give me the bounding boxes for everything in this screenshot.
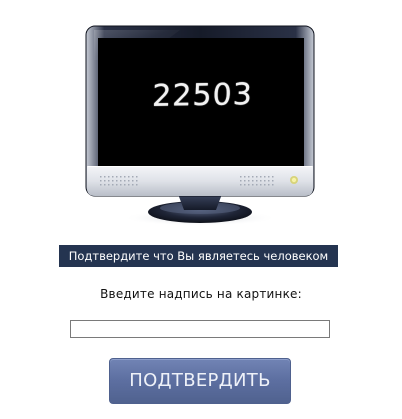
- captcha-input[interactable]: [70, 320, 330, 338]
- captcha-page: 22503 Подтвердите что Вы являетесь челов…: [0, 0, 402, 419]
- confirm-button[interactable]: ПОДТВЕРДИТЬ: [109, 358, 291, 404]
- monitor-icon: [85, 25, 315, 226]
- power-led-icon: [290, 176, 298, 184]
- captcha-image-text: 22503: [151, 77, 254, 114]
- verification-banner: Подтвердите что Вы являетесь человеком: [59, 245, 338, 267]
- captcha-prompt-label: Введите надпись на картинке:: [100, 287, 302, 301]
- captcha-monitor: 22503: [0, 0, 402, 235]
